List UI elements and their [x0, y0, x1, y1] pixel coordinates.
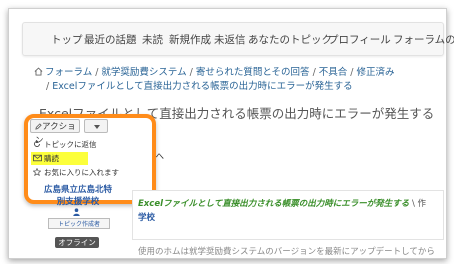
post-title-tail: \ 作 — [409, 199, 427, 209]
post-school[interactable]: 学校 — [138, 211, 155, 223]
top-navbar: トップ 最近の話題 未読 新規作成 未返信 あなたのトピック プロフィール フォ… — [22, 22, 454, 56]
breadcrumb-current: Excelファイルとして直接出力される帳票の出力時にエラーが発生する — [52, 81, 353, 92]
person-icon — [73, 208, 80, 216]
nav-unread[interactable]: 未読 — [142, 32, 163, 47]
action-menu: トピックに返信 購読 お気に入りに入れます — [31, 138, 139, 180]
post-title-text: Excelファイルとして直接出力される帳票の出力時にエラーが発生する — [138, 199, 410, 209]
breadcrumb-fixed[interactable]: 修正済み — [356, 67, 394, 78]
nav-forums[interactable]: フォーラムの — [393, 32, 454, 47]
nav-new-topic[interactable]: 新規作成 — [169, 32, 211, 47]
topic-author-badge: トピック作成者 — [48, 218, 110, 229]
menu-item-reply[interactable]: トピックに返信 — [31, 138, 139, 151]
envelope-icon — [33, 154, 42, 162]
breadcrumb-system[interactable]: 就学奨励費システム — [101, 67, 186, 78]
post-title[interactable]: Excelファイルとして直接出力される帳票の出力時にエラーが発生する \ 作 — [138, 197, 426, 209]
author-school-line2: 別支援学校 — [56, 197, 100, 207]
reply-icon — [34, 140, 40, 147]
home-icon — [34, 67, 43, 76]
breadcrumb: フォーラム / 就学奨励費システム / 寄せられた質問とその回答 / 不具合 / 修正済み / E… — [34, 66, 395, 92]
author-school[interactable]: 広島県立広島北特 別支援学校 — [38, 184, 118, 208]
author-school-line1: 広島県立広島北特 — [43, 185, 112, 195]
status-badge: オフライン — [55, 237, 99, 248]
nav-unanswered[interactable]: 未返信 — [214, 32, 246, 47]
chevron-down-icon[interactable] — [84, 119, 108, 133]
breadcrumb-bug[interactable]: 不具合 — [319, 67, 348, 78]
pencil-icon — [35, 123, 42, 130]
menu-item-favorite[interactable]: お気に入りに入れます — [31, 166, 139, 179]
action-button[interactable]: アクション — [30, 119, 80, 146]
menu-item-subscribe[interactable]: 購読 — [31, 152, 88, 165]
nav-top[interactable]: トップ — [51, 32, 83, 47]
nav-recent-topics[interactable]: 最近の話題 — [84, 32, 137, 47]
breadcrumb-faq[interactable]: 寄せられた質問とその回答 — [196, 67, 310, 78]
menu-item-subscribe-label: 購読 — [44, 154, 59, 163]
nav-profile[interactable]: プロフィール — [328, 32, 391, 47]
breadcrumb-forums[interactable]: フォーラム — [45, 67, 92, 78]
star-icon — [33, 168, 41, 176]
nav-your-topics[interactable]: あなたのトピック — [248, 32, 332, 47]
menu-item-favorite-label: お気に入りに入れます — [44, 168, 119, 177]
menu-item-reply-label: トピックに返信 — [44, 140, 97, 149]
post-body: 使用のホムは就学奨励費システムのバージョンを最新にアップデートしてから — [138, 247, 435, 257]
